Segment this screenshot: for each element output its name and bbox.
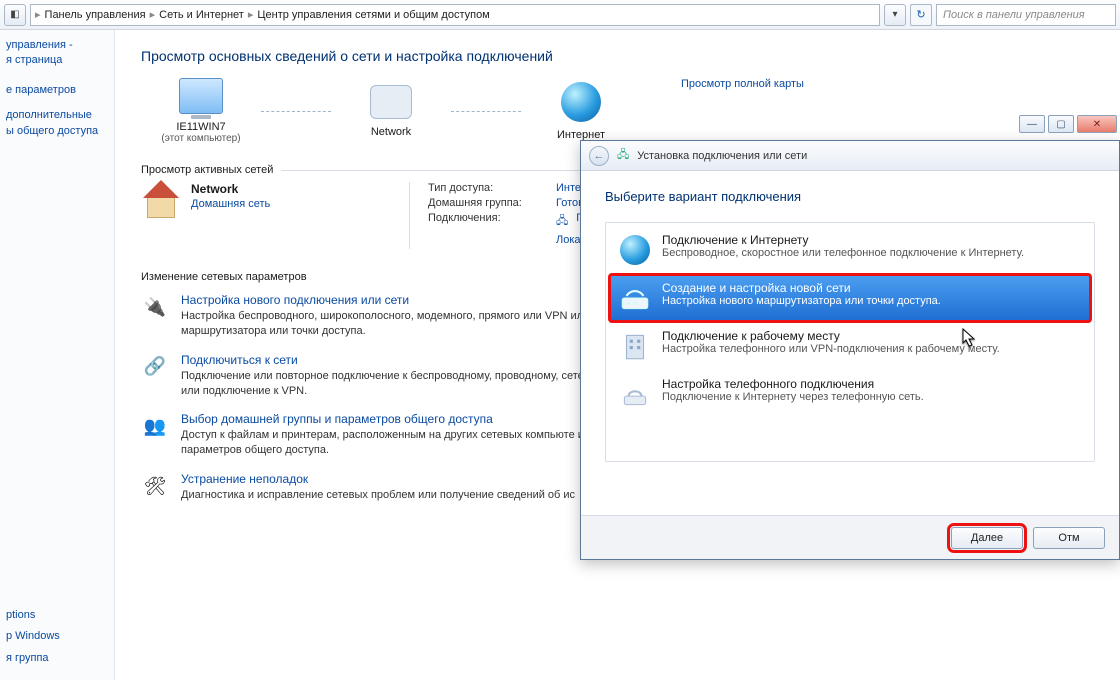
next-button[interactable]: Далее xyxy=(951,527,1023,549)
breadcrumb[interactable]: ▸ Панель управления ▸ Сеть и Интернет ▸ … xyxy=(30,4,880,26)
wizard-header: ← 🖧 Установка подключения или сети xyxy=(581,141,1119,171)
wizard-title: Установка подключения или сети xyxy=(637,150,807,162)
computer-icon xyxy=(179,78,223,114)
wizard-footer: Далее Отм xyxy=(581,515,1119,559)
map-connection xyxy=(261,111,331,112)
sidebar-link-home[interactable]: управления - я страница xyxy=(6,38,108,69)
minimize-button[interactable]: — xyxy=(1019,115,1045,133)
option-internet[interactable]: Подключение к Интернету Беспроводное, ск… xyxy=(610,227,1090,273)
network-setup-icon: 🖧 xyxy=(617,146,629,165)
router-icon xyxy=(618,281,652,315)
wizard-icon: 🔌 xyxy=(141,293,169,321)
wizard-dialog: — ▢ ✕ ← 🖧 Установка подключения или сети… xyxy=(580,140,1120,560)
sidebar-link-options[interactable]: ptions xyxy=(6,608,108,623)
back-button[interactable]: ← xyxy=(589,146,609,166)
network-icon xyxy=(370,85,412,119)
close-button[interactable]: ✕ xyxy=(1077,115,1117,133)
option-new-network[interactable]: Создание и настройка новой сети Настройк… xyxy=(610,275,1090,321)
wizard-heading: Выберите вариант подключения xyxy=(605,189,1095,204)
globe-icon xyxy=(618,233,652,267)
sidebar-link-adapters[interactable]: е параметров xyxy=(6,83,108,98)
full-map-link[interactable]: Просмотр полной карты xyxy=(681,78,804,90)
house-icon xyxy=(141,182,181,218)
globe-icon xyxy=(561,82,601,122)
troubleshoot-icon: 🛠 xyxy=(141,472,169,500)
sidebar-see-also: ptions р Windows я группа xyxy=(6,608,108,672)
cancel-button[interactable]: Отм xyxy=(1033,527,1105,549)
chevron-right-icon: ▸ xyxy=(35,8,41,21)
sidebar: управления - я страница е параметров доп… xyxy=(0,30,115,680)
network-type-link[interactable]: Домашняя сеть xyxy=(191,198,270,210)
window-caption-buttons: — ▢ ✕ xyxy=(1017,113,1119,139)
map-node-internet[interactable]: Интернет xyxy=(521,82,641,141)
chevron-right-icon: ▸ xyxy=(248,8,254,21)
address-bar: ◧ ▸ Панель управления ▸ Сеть и Интернет … xyxy=(0,0,1120,30)
refresh-button[interactable]: ↻ xyxy=(910,4,932,26)
share-icon: 👥 xyxy=(141,412,169,440)
page-title: Просмотр основных сведений о сети и наст… xyxy=(141,48,1094,64)
chevron-right-icon: ▸ xyxy=(150,8,156,21)
folder-icon[interactable]: ◧ xyxy=(4,4,26,26)
breadcrumb-item[interactable]: Сеть и Интернет xyxy=(159,9,244,21)
search-placeholder: Поиск в панели управления xyxy=(943,9,1085,21)
sidebar-link-sharing[interactable]: дополнительные ы общего доступа xyxy=(6,108,108,139)
maximize-button[interactable]: ▢ xyxy=(1048,115,1074,133)
map-node-network[interactable]: Network xyxy=(331,85,451,138)
phone-icon xyxy=(618,377,652,411)
connect-icon: 🔗 xyxy=(141,353,169,381)
dropdown-history-button[interactable]: ▾ xyxy=(884,4,906,26)
sidebar-link-homegroup[interactable]: я группа xyxy=(6,651,108,666)
map-connection xyxy=(451,111,521,112)
option-dialup[interactable]: Настройка телефонного подключения Подклю… xyxy=(610,371,1090,417)
breadcrumb-item[interactable]: Панель управления xyxy=(45,9,146,21)
network-map: IE11WIN7 (этот компьютер) Network Интерн… xyxy=(141,78,641,144)
map-node-computer[interactable]: IE11WIN7 (этот компьютер) xyxy=(141,78,261,144)
breadcrumb-item[interactable]: Центр управления сетями и общим доступом xyxy=(257,9,489,21)
sidebar-link-firewall[interactable]: р Windows xyxy=(6,629,108,644)
network-name: Network xyxy=(191,182,270,196)
options-list: Подключение к Интернету Беспроводное, ск… xyxy=(605,222,1095,462)
option-workplace[interactable]: Подключение к рабочему месту Настройка т… xyxy=(610,323,1090,369)
building-icon xyxy=(618,329,652,363)
search-input[interactable]: Поиск в панели управления xyxy=(936,4,1116,26)
